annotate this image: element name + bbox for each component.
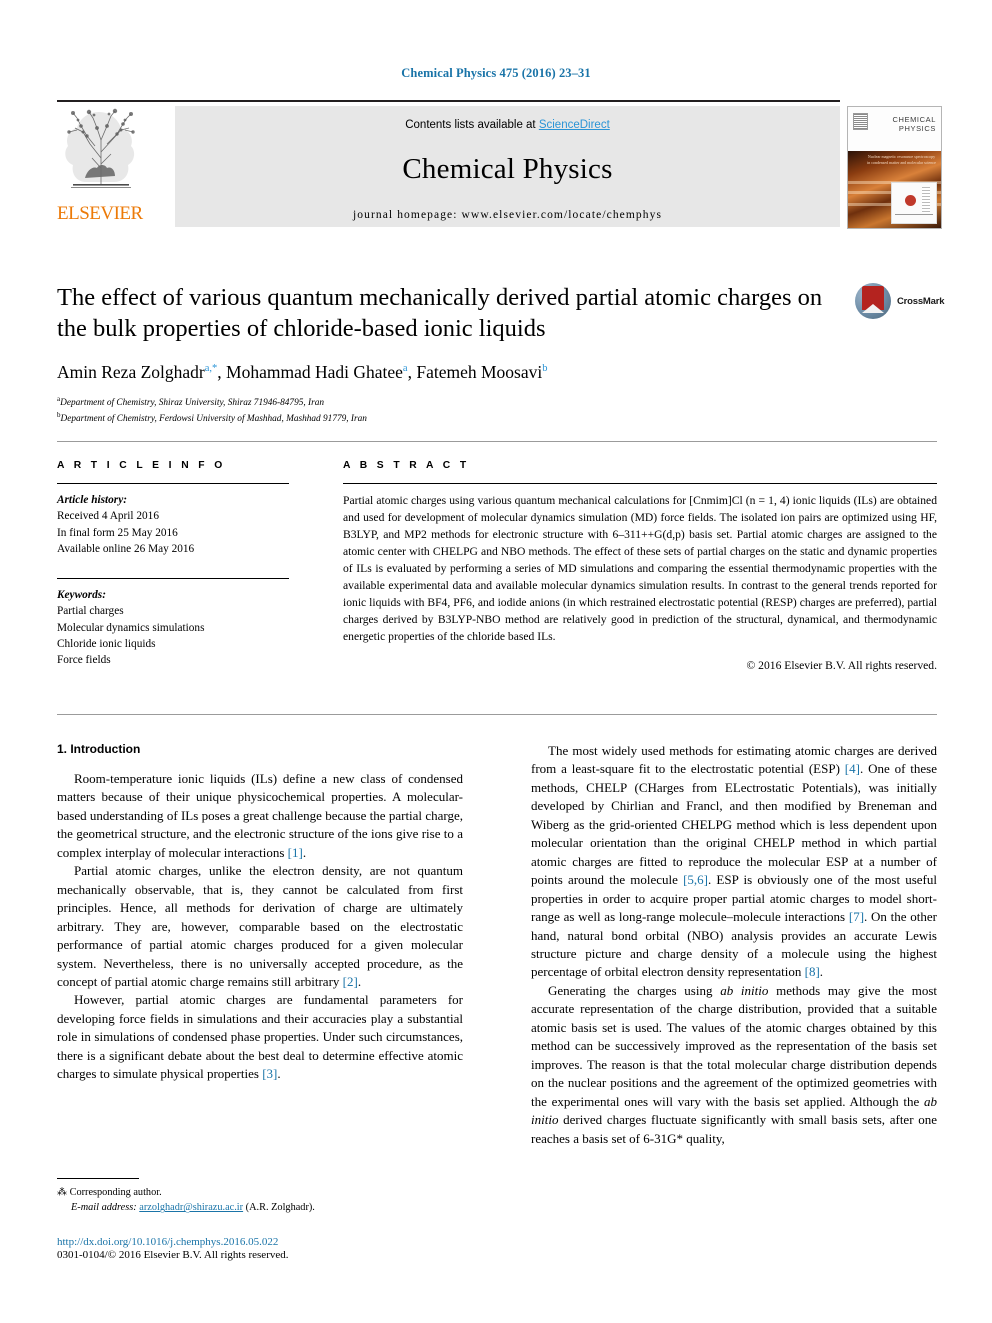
article-first-page: Chemical Physics 475 (2016) 23–31 ELSEVI… bbox=[0, 0, 992, 1323]
paragraph: The most widely used methods for estimat… bbox=[531, 743, 938, 980]
sciencedirect-link[interactable]: ScienceDirect bbox=[539, 119, 610, 131]
body-column-left: 1. Introduction Room-temperature ionic l… bbox=[57, 742, 463, 1084]
keyword-item: Partial charges bbox=[57, 605, 124, 618]
crossmark-icon bbox=[855, 283, 891, 319]
email-link[interactable]: arzolghadr@shirazu.ac.ir bbox=[139, 1202, 243, 1213]
citation-ref[interactable]: [4] bbox=[845, 761, 860, 776]
cover-title-line1: CHEMICAL bbox=[892, 115, 936, 124]
history-item: Available online 26 May 2016 bbox=[57, 542, 195, 555]
history-item: Received 4 April 2016 bbox=[57, 510, 159, 523]
author-list: Amin Reza Zolghadra,*, Mohammad Hadi Gha… bbox=[57, 361, 548, 382]
paragraph: However, partial atomic charges are fund… bbox=[57, 992, 463, 1082]
affiliation-b-text: Department of Chemistry, Ferdowsi Univer… bbox=[60, 414, 367, 425]
corresponding-author-text: Corresponding author. bbox=[69, 1187, 162, 1198]
doi-link[interactable]: http://dx.doi.org/10.1016/j.chemphys.201… bbox=[57, 1236, 487, 1248]
affiliation-a-text: Department of Chemistry, Shiraz Universi… bbox=[60, 397, 325, 408]
crossmark-label: CrossMark bbox=[897, 296, 945, 307]
cover-artwork: Nuclear magnetic resonance spectroscopy … bbox=[848, 151, 941, 228]
abstract-section: A B S T R A C T Partial atomic charges u… bbox=[343, 460, 937, 672]
elsevier-tree-icon bbox=[65, 108, 135, 188]
email-note: E-mail address: arzolghadr@shirazu.ac.ir… bbox=[57, 1200, 463, 1215]
cover-elsevier-icon bbox=[853, 113, 868, 130]
affiliation-a: aDepartment of Chemistry, Shiraz Univers… bbox=[57, 394, 325, 408]
abstract-text: Partial atomic charges using various qua… bbox=[343, 494, 937, 644]
paragraph: Room-temperature ionic liquids (ILs) def… bbox=[57, 771, 463, 860]
author-3[interactable]: Fatemeh Moosavi bbox=[416, 362, 542, 382]
footnote-rule bbox=[57, 1178, 139, 1179]
keywords-label: Keywords: bbox=[57, 589, 106, 602]
masthead-top-rule bbox=[57, 100, 840, 102]
crossmark-badge-group[interactable]: CrossMark bbox=[855, 283, 945, 323]
affiliations: aDepartment of Chemistry, Shiraz Univers… bbox=[57, 394, 847, 427]
keyword-item: Chloride ionic liquids bbox=[57, 637, 156, 650]
author-3-marks: b bbox=[542, 362, 548, 374]
author-1-marks: a,* bbox=[204, 362, 218, 374]
abstract-rule bbox=[343, 483, 937, 484]
citation-ref[interactable]: [8] bbox=[805, 964, 820, 979]
corresponding-author-note: ⁂ Corresponding author. bbox=[57, 1185, 463, 1200]
author-2-marks: a bbox=[402, 362, 408, 374]
keyword-item: Molecular dynamics simulations bbox=[57, 621, 205, 634]
elsevier-wordmark: ELSEVIER bbox=[57, 203, 143, 224]
journal-homepage[interactable]: journal homepage: www.elsevier.com/locat… bbox=[175, 209, 840, 221]
email-label: E-mail address: bbox=[71, 1202, 137, 1214]
citation-ref[interactable]: [7] bbox=[849, 909, 864, 924]
journal-band: Contents lists available at ScienceDirec… bbox=[175, 106, 840, 227]
journal-cover-thumbnail: CHEMICAL PHYSICS Nuclear magnetic resona… bbox=[847, 106, 942, 229]
paragraph: Partial atomic charges, unlike the elect… bbox=[57, 863, 463, 989]
abstract-copyright: © 2016 Elsevier B.V. All rights reserved… bbox=[746, 659, 937, 673]
title-block: The effect of various quantum mechanical… bbox=[57, 283, 847, 427]
journal-masthead: ELSEVIER Contents lists available at Sci… bbox=[57, 100, 942, 229]
running-head: Chemical Physics 475 (2016) 23–31 bbox=[401, 66, 591, 80]
cover-inset-figure bbox=[891, 182, 937, 224]
footnote-block: ⁂ Corresponding author. E-mail address: … bbox=[57, 1178, 463, 1216]
article-history: Article history: Received 4 April 2016 I… bbox=[57, 492, 289, 557]
citation-ref[interactable]: [2] bbox=[343, 974, 358, 989]
cover-top: CHEMICAL PHYSICS bbox=[848, 107, 941, 151]
article-info-rule bbox=[57, 483, 289, 484]
elsevier-logo: ELSEVIER bbox=[57, 106, 147, 226]
affiliation-b: bDepartment of Chemistry, Ferdowsi Unive… bbox=[57, 411, 367, 425]
section-heading-introduction: 1. Introduction bbox=[57, 742, 141, 756]
asterisk-icon: ⁂ bbox=[57, 1187, 67, 1198]
cover-title-line2: PHYSICS bbox=[898, 124, 936, 134]
citation-ref[interactable]: [5,6] bbox=[683, 872, 708, 887]
history-item: In final form 25 May 2016 bbox=[57, 526, 178, 539]
citation-ref[interactable]: [3] bbox=[262, 1066, 277, 1081]
abstract-heading: A B S T R A C T bbox=[343, 460, 470, 471]
issn-copyright-line: 0301-0104/© 2016 Elsevier B.V. All right… bbox=[57, 1249, 289, 1261]
paragraph: Generating the charges using ab initio m… bbox=[531, 982, 937, 1146]
article-info: A R T I C L E I N F O Article history: R… bbox=[57, 460, 289, 668]
cover-caption: Nuclear magnetic resonance spectroscopy … bbox=[867, 154, 936, 165]
article-info-heading: A R T I C L E I N F O bbox=[57, 460, 226, 471]
doi-block: http://dx.doi.org/10.1016/j.chemphys.201… bbox=[57, 1236, 487, 1261]
article-history-label: Article history: bbox=[57, 494, 127, 506]
keywords-group: Keywords: Partial charges Molecular dyna… bbox=[57, 587, 289, 668]
contents-line: Contents lists available at ScienceDirec… bbox=[175, 106, 840, 131]
info-divider-rule bbox=[57, 441, 937, 442]
email-suffix: (A.R. Zolghadr). bbox=[245, 1202, 315, 1214]
contents-prefix: Contents lists available at bbox=[405, 119, 539, 131]
author-2[interactable]: Mohammad Hadi Ghatee bbox=[226, 362, 403, 382]
keywords-rule bbox=[57, 578, 289, 580]
keyword-item: Force fields bbox=[57, 654, 111, 667]
page-title: The effect of various quantum mechanical… bbox=[57, 284, 823, 342]
cover-journal-title: CHEMICAL PHYSICS bbox=[892, 115, 936, 134]
journal-title: Chemical Physics bbox=[402, 153, 613, 185]
body-divider-rule bbox=[57, 714, 937, 715]
author-1[interactable]: Amin Reza Zolghadr bbox=[57, 362, 205, 382]
body-column-right: The most widely used methods for estimat… bbox=[531, 742, 937, 1148]
citation-ref[interactable]: [1] bbox=[288, 845, 303, 860]
